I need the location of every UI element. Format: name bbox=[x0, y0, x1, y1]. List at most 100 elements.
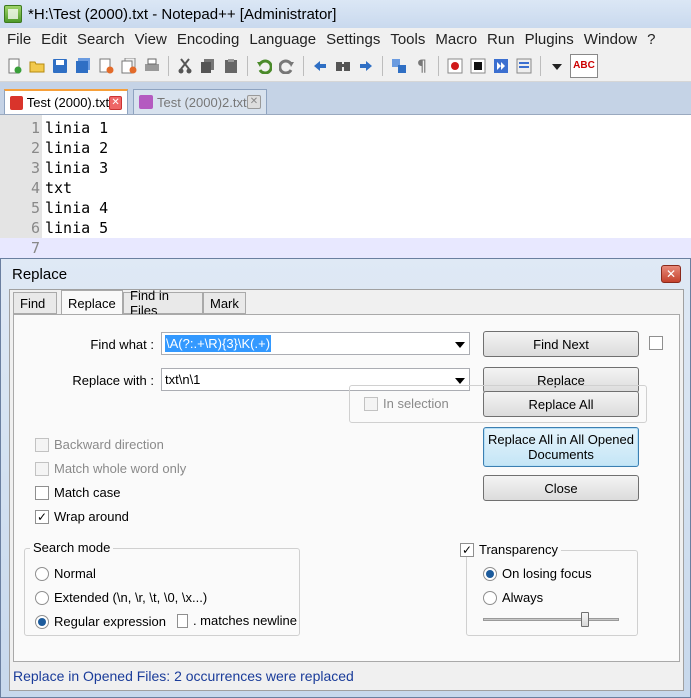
radio-dot bbox=[483, 566, 497, 581]
copy-icon[interactable] bbox=[198, 56, 218, 76]
toolbar-separator bbox=[303, 55, 304, 76]
spellcheck-icon[interactable]: ABC bbox=[570, 53, 598, 78]
editor-line[interactable]: 1 linia 1 bbox=[0, 118, 691, 138]
chevron-down-icon[interactable] bbox=[455, 342, 465, 348]
match-case-checkbox[interactable]: Match case bbox=[35, 485, 120, 500]
find-next-button[interactable]: Find Next bbox=[483, 331, 639, 357]
menu-search[interactable]: Search bbox=[72, 31, 130, 48]
dropdown-icon[interactable] bbox=[547, 56, 567, 76]
in-selection-checkbox[interactable]: In selection bbox=[364, 396, 449, 411]
line-number: 2 bbox=[30, 139, 40, 157]
tab-test-2000-2[interactable]: Test (2000)2.txt ✕ bbox=[133, 89, 267, 114]
extended-radio[interactable]: Extended (\n, \r, \t, \0, \x...) bbox=[35, 590, 207, 605]
line-number: 3 bbox=[30, 159, 40, 177]
menu-edit[interactable]: Edit bbox=[36, 31, 72, 48]
menu-plugins[interactable]: Plugins bbox=[520, 31, 579, 48]
redo-icon[interactable] bbox=[277, 56, 297, 76]
checkbox-box bbox=[35, 437, 49, 452]
find-what-combo[interactable]: \A(?:.+\R){3}\K(.+) bbox=[161, 332, 470, 355]
line-text: linia 1 bbox=[45, 119, 109, 137]
close-button[interactable]: Close bbox=[483, 475, 639, 501]
menu-macro[interactable]: Macro bbox=[430, 31, 482, 48]
sync-scroll-icon[interactable] bbox=[389, 56, 409, 76]
replace-with-label: Replace with : bbox=[72, 373, 154, 388]
new-file-icon[interactable] bbox=[4, 56, 24, 76]
matches-newline-label: . matches newline bbox=[192, 613, 297, 628]
replace-dialog: Replace ✕ Find Replace Find in Files Mar… bbox=[0, 258, 691, 698]
checkbox-box bbox=[364, 396, 378, 411]
line-text: txt bbox=[45, 179, 73, 197]
menu-file[interactable]: File bbox=[2, 31, 36, 48]
undo-icon[interactable] bbox=[254, 56, 274, 76]
radio-dot bbox=[35, 566, 49, 581]
tab-test-2000[interactable]: Test (2000).txt ✕ bbox=[4, 89, 128, 114]
normal-radio[interactable]: Normal bbox=[35, 566, 96, 581]
on-losing-focus-label: On losing focus bbox=[502, 566, 592, 581]
record-macro-icon[interactable] bbox=[445, 56, 465, 76]
stop-macro-icon[interactable] bbox=[468, 56, 488, 76]
editor-line[interactable]: 6 linia 5 bbox=[0, 218, 691, 238]
close-tab-icon[interactable]: ✕ bbox=[247, 95, 261, 109]
tab-label: Test (2000)2.txt bbox=[157, 94, 247, 110]
paste-icon[interactable] bbox=[221, 56, 241, 76]
menu-language[interactable]: Language bbox=[244, 31, 321, 48]
transparency-checkbox[interactable]: ✓ Transparency bbox=[460, 542, 561, 557]
checkbox-box bbox=[35, 461, 49, 476]
find-next-option-checkbox[interactable] bbox=[649, 336, 663, 350]
chevron-down-icon[interactable] bbox=[455, 378, 465, 384]
line-number: 5 bbox=[30, 199, 40, 217]
find-next-icon[interactable] bbox=[356, 56, 376, 76]
print-icon[interactable] bbox=[142, 56, 162, 76]
toolbar-separator bbox=[382, 55, 383, 76]
tab-mark[interactable]: Mark bbox=[203, 292, 246, 314]
toolbar: ¶ ABC bbox=[0, 50, 691, 82]
tab-find-in-files[interactable]: Find in Files bbox=[123, 288, 203, 318]
find-what-value: \A(?:.+\R){3}\K(.+) bbox=[165, 335, 272, 352]
editor[interactable]: 1 linia 1 2 linia 2 3 linia 3 4 txt 5 linia 4… bbox=[0, 114, 691, 261]
transparency-slider-thumb[interactable] bbox=[581, 612, 589, 627]
menu-help[interactable]: ? bbox=[642, 31, 660, 48]
editor-line[interactable]: 5 linia 4 bbox=[0, 198, 691, 218]
menu-tools[interactable]: Tools bbox=[385, 31, 430, 48]
replace-with-value: txt\n\1 bbox=[165, 372, 201, 387]
menu-view[interactable]: View bbox=[130, 31, 172, 48]
backward-direction-checkbox[interactable]: Backward direction bbox=[35, 437, 164, 452]
editor-line[interactable]: 4 txt bbox=[0, 178, 691, 198]
transparency-slider-track[interactable] bbox=[483, 618, 619, 621]
play-macro-icon[interactable] bbox=[491, 56, 511, 76]
show-all-chars-icon[interactable]: ¶ bbox=[412, 56, 432, 76]
checkmark-icon: ✓ bbox=[35, 509, 49, 524]
dialog-close-icon[interactable]: ✕ bbox=[661, 265, 681, 283]
open-file-icon[interactable] bbox=[27, 56, 47, 76]
menu-settings[interactable]: Settings bbox=[321, 31, 385, 48]
replace-all-button[interactable]: Replace All bbox=[483, 391, 639, 417]
save-icon[interactable] bbox=[50, 56, 70, 76]
cut-icon[interactable] bbox=[175, 56, 195, 76]
wrap-around-checkbox[interactable]: ✓ Wrap around bbox=[35, 509, 129, 524]
menu-run[interactable]: Run bbox=[482, 31, 520, 48]
on-losing-focus-radio[interactable]: On losing focus bbox=[483, 566, 592, 581]
editor-line[interactable]: 2 linia 2 bbox=[0, 138, 691, 158]
close-icon[interactable] bbox=[96, 56, 116, 76]
regex-radio[interactable]: Regular expression bbox=[35, 614, 166, 629]
find-prev-icon[interactable] bbox=[310, 56, 330, 76]
match-whole-word-checkbox[interactable]: Match whole word only bbox=[35, 461, 186, 476]
always-radio[interactable]: Always bbox=[483, 590, 543, 605]
editor-line-current[interactable]: 7 bbox=[0, 238, 691, 258]
menu-window[interactable]: Window bbox=[579, 31, 642, 48]
match-whole-word-label: Match whole word only bbox=[54, 461, 187, 476]
line-number: 7 bbox=[30, 239, 40, 257]
save-all-icon[interactable] bbox=[73, 56, 93, 76]
replace-panel: Find what : \A(?:.+\R){3}\K(.+) Replace … bbox=[13, 314, 680, 662]
find-icon[interactable] bbox=[333, 56, 353, 76]
tab-find[interactable]: Find bbox=[13, 292, 57, 314]
matches-newline-checkbox[interactable]: . matches newline bbox=[177, 613, 297, 628]
save-macro-icon[interactable] bbox=[514, 56, 534, 76]
replace-all-opened-button[interactable]: Replace All in All Opened Documents bbox=[483, 427, 639, 467]
close-tab-icon[interactable]: ✕ bbox=[109, 95, 122, 110]
tab-replace[interactable]: Replace bbox=[61, 290, 123, 315]
close-all-icon[interactable] bbox=[119, 56, 139, 76]
editor-line[interactable]: 3 linia 3 bbox=[0, 158, 691, 178]
menu-encoding[interactable]: Encoding bbox=[172, 31, 245, 48]
extended-label: Extended (\n, \r, \t, \0, \x...) bbox=[54, 590, 208, 605]
